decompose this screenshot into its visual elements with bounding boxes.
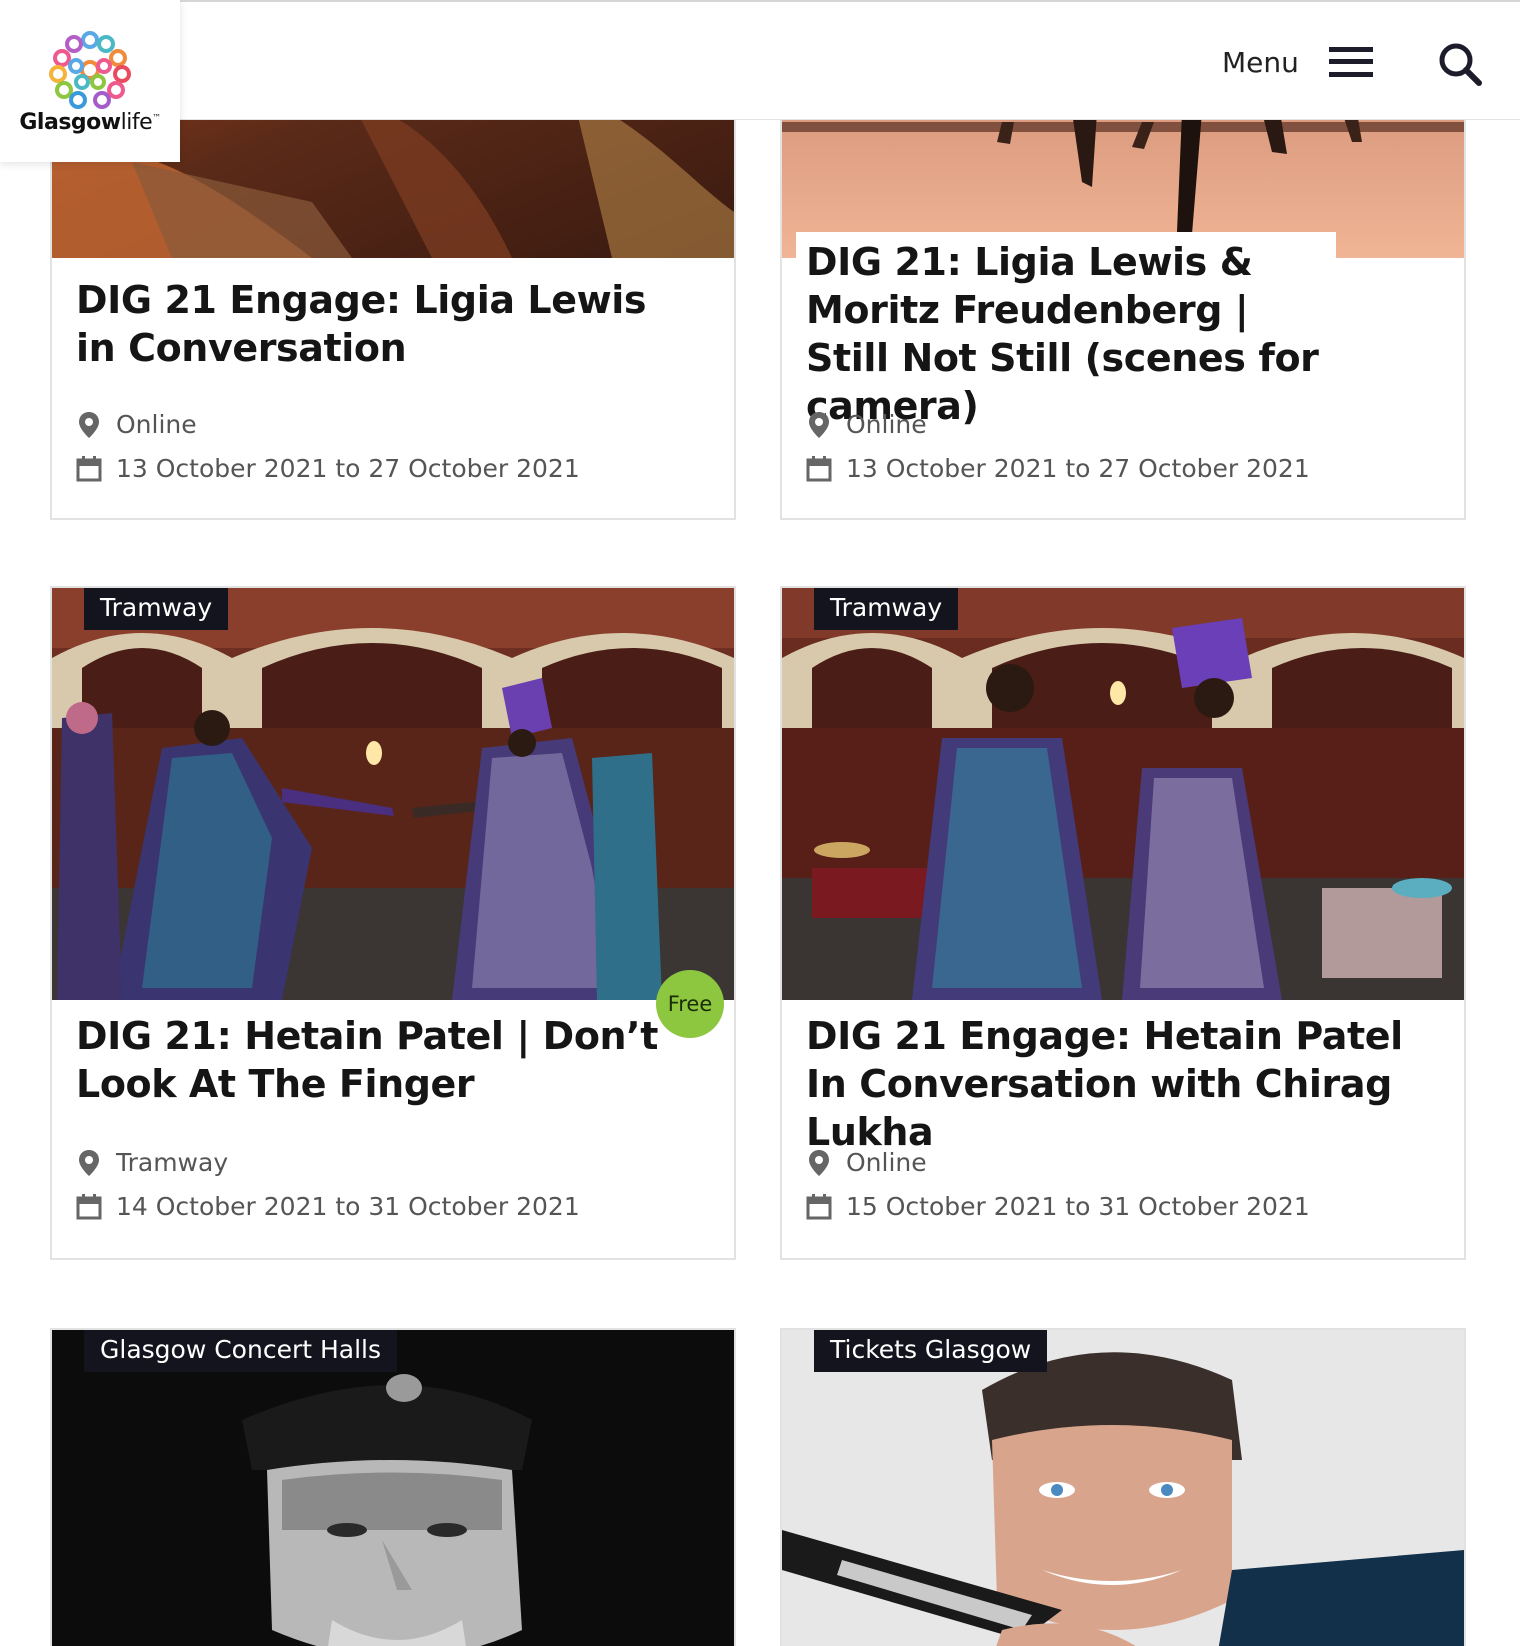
event-image — [52, 588, 734, 1000]
venue-tag: Tramway — [814, 588, 959, 630]
dates-text: 13 October 2021 to 27 October 2021 — [116, 454, 580, 483]
free-badge: Free — [656, 970, 724, 1038]
glasgow-life-logo[interactable]: Glasgowlife™ — [0, 0, 180, 162]
event-title: DIG 21: Ligia Lewis & Moritz Freudenberg… — [796, 232, 1336, 430]
event-card[interactable]: Glasgow Concert Halls — [50, 1328, 736, 1646]
event-location: Online — [806, 1148, 927, 1177]
event-title: DIG 21 Engage: Ligia Lewis in Conversati… — [76, 278, 647, 370]
location-text: Online — [116, 410, 197, 439]
menu-label: Menu — [1222, 45, 1299, 79]
logo-wordmark: Glasgowlife™ — [19, 110, 161, 135]
event-title: DIG 21: Hetain Patel | Don’t Look At The… — [76, 1014, 658, 1106]
location-text: Tramway — [116, 1148, 229, 1177]
dates-text: 15 October 2021 to 31 October 2021 — [846, 1192, 1310, 1221]
event-image — [782, 588, 1464, 1000]
venue-tag: Glasgow Concert Halls — [84, 1330, 398, 1372]
venue-tag: Tramway — [84, 588, 229, 630]
event-dates: 13 October 2021 to 27 October 2021 — [806, 454, 1310, 483]
dates-text: 14 October 2021 to 31 October 2021 — [116, 1192, 580, 1221]
calendar-icon — [76, 1193, 102, 1219]
event-location: Online — [806, 410, 927, 439]
map-pin-icon — [79, 1149, 99, 1176]
calendar-icon — [806, 1193, 832, 1219]
logo-flower-icon — [49, 31, 131, 109]
location-text: Online — [846, 410, 927, 439]
event-card[interactable]: Tramway Free DIG 21: Hetain Patel | Don’… — [50, 586, 736, 1260]
calendar-icon — [76, 455, 102, 481]
event-dates: 14 October 2021 to 31 October 2021 — [76, 1192, 580, 1221]
event-image — [52, 1330, 734, 1646]
site-header: Menu — [0, 0, 1520, 120]
event-card[interactable]: Tramway DIG 21 Engage: Hetain Patel In C… — [780, 586, 1466, 1260]
event-dates: 13 October 2021 to 27 October 2021 — [76, 454, 580, 483]
event-dates: 15 October 2021 to 31 October 2021 — [806, 1192, 1310, 1221]
dates-text: 13 October 2021 to 27 October 2021 — [846, 454, 1310, 483]
event-location: Online — [76, 410, 197, 439]
hamburger-icon — [1328, 45, 1373, 79]
location-text: Online — [846, 1148, 927, 1177]
map-pin-icon — [79, 411, 99, 438]
menu-button[interactable]: Menu — [1222, 42, 1373, 82]
event-title: DIG 21 Engage: Hetain Patel In Conversat… — [806, 1014, 1403, 1154]
search-icon — [1439, 43, 1482, 86]
event-image — [782, 1330, 1464, 1646]
venue-tag: Tickets Glasgow — [814, 1330, 1048, 1372]
map-pin-icon — [809, 1149, 829, 1176]
calendar-icon — [806, 455, 832, 481]
page: Menu Glasgowlife™ DIG 21 Engage: Ligia L… — [0, 0, 1520, 1646]
event-card[interactable]: Tickets Glasgow — [780, 1328, 1466, 1646]
map-pin-icon — [809, 411, 829, 438]
event-location: Tramway — [76, 1148, 228, 1177]
search-button[interactable] — [1436, 40, 1484, 88]
